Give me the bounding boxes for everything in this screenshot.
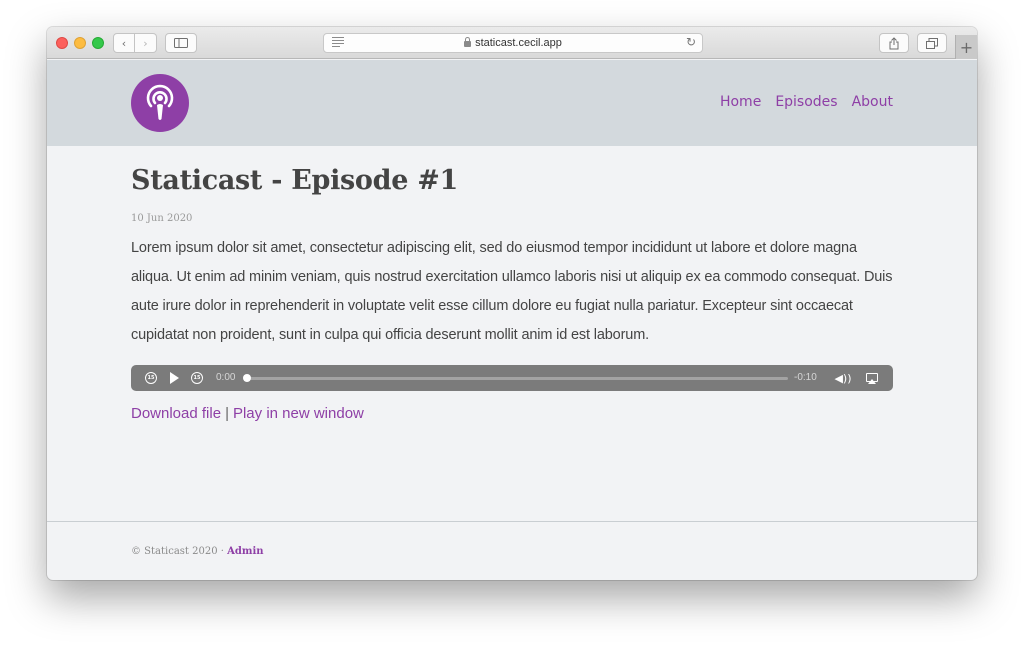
sidebar-icon <box>174 38 188 48</box>
airplay-button[interactable] <box>865 369 879 387</box>
episode-links: Download file | Play in new window <box>131 405 893 422</box>
volume-button[interactable]: ◀)) <box>833 369 853 387</box>
back-button[interactable]: ‹ <box>113 33 135 53</box>
podcast-icon <box>146 84 174 120</box>
progress-knob[interactable] <box>243 374 251 382</box>
minimize-window-button[interactable] <box>74 37 86 49</box>
footer-copyright: © Staticast 2020 · <box>131 546 228 557</box>
play-button[interactable] <box>167 369 181 387</box>
share-button[interactable] <box>879 33 909 53</box>
skip-back-icon: 15 <box>147 375 155 381</box>
nav-about-link[interactable]: About <box>852 94 893 110</box>
admin-link[interactable]: Admin <box>227 546 263 557</box>
close-window-button[interactable] <box>56 37 68 49</box>
url-text: staticast.cecil.app <box>475 37 562 49</box>
site-logo[interactable] <box>131 74 189 132</box>
show-tabs-button[interactable] <box>917 33 947 53</box>
footer-divider <box>47 521 977 522</box>
address-bar[interactable]: staticast.cecil.app ↻ <box>323 33 703 53</box>
nav-home-link[interactable]: Home <box>720 94 761 110</box>
reload-icon[interactable]: ↻ <box>686 35 696 49</box>
site-footer: © Staticast 2020 · Admin <box>131 546 264 557</box>
episode-description: Lorem ipsum dolor sit amet, consectetur … <box>131 240 893 343</box>
progress-scrubber[interactable] <box>246 377 788 380</box>
zoom-window-button[interactable] <box>92 37 104 49</box>
play-in-new-window-link[interactable]: Play in new window <box>233 405 364 422</box>
lock-icon <box>464 37 472 47</box>
share-icon <box>889 36 899 49</box>
main-nav: Home Episodes About <box>720 94 893 110</box>
new-tab-button[interactable]: + <box>955 35 977 59</box>
link-separator: | <box>225 405 229 422</box>
plus-icon: + <box>959 37 974 57</box>
audio-player: 15 15 0:00 -0:10 ◀)) <box>131 365 893 391</box>
skip-forward-icon: 15 <box>193 375 201 381</box>
skip-back-15-button[interactable]: 15 <box>143 369 159 387</box>
browser-window: ‹ › staticast.cecil.app ↻ + Home Episode… <box>47 27 977 580</box>
download-file-link[interactable]: Download file <box>131 405 221 422</box>
episode-date: 10 Jun 2020 <box>131 213 193 224</box>
skip-forward-15-button[interactable]: 15 <box>189 369 205 387</box>
nav-episodes-link[interactable]: Episodes <box>775 94 837 110</box>
tabs-icon <box>926 37 938 49</box>
chevron-right-icon: › <box>143 36 148 50</box>
remaining-time: -0:10 <box>794 372 817 383</box>
site-header: Home Episodes About <box>47 60 977 146</box>
forward-button[interactable]: › <box>135 33 157 53</box>
volume-icon: ◀)) <box>834 371 852 385</box>
sidebar-toggle-button[interactable] <box>165 33 197 53</box>
current-time: 0:00 <box>216 372 236 383</box>
chevron-left-icon: ‹ <box>121 36 127 50</box>
episode-title: Staticast - Episode #1 <box>131 165 458 196</box>
browser-toolbar: ‹ › staticast.cecil.app ↻ + <box>47 27 977 59</box>
episode-content: Staticast - Episode #1 10 Jun 2020 Lorem… <box>131 146 893 422</box>
